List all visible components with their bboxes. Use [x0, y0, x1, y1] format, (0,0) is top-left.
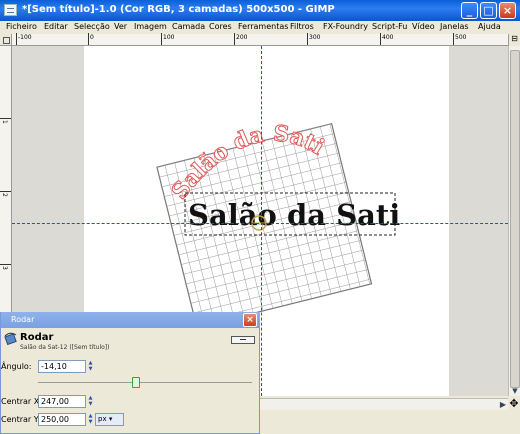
horizontal-scrollbar[interactable]: ▶: [260, 398, 508, 410]
dialog-subheading: Salão da Sat-12 ([Sem título]): [20, 344, 110, 351]
ruler-label: -100: [18, 34, 32, 41]
menu-editar[interactable]: Editar: [44, 22, 68, 31]
navigate-icon[interactable]: ✥: [508, 398, 520, 410]
menu-ferramentas[interactable]: Ferramentas: [238, 22, 288, 31]
menu-bar: Ficheiro Editar Selecção Ver Imagem Cama…: [0, 21, 520, 34]
ruler-tick: [16, 33, 17, 45]
ruler-tick: [380, 33, 381, 45]
ruler-tick: [0, 191, 11, 192]
quick-mask-toggle[interactable]: [0, 34, 12, 46]
ruler-tick: [234, 33, 235, 45]
ruler-label: 3: [1, 266, 8, 270]
window-titlebar: *[Sem título]-1.0 (Cor RGB, 3 camadas) 5…: [0, 0, 520, 21]
close-button[interactable]: ×: [499, 2, 516, 19]
menu-video[interactable]: Vídeo: [412, 22, 435, 31]
ruler-tick: [161, 33, 162, 45]
status-bar: [260, 410, 520, 434]
menu-fx-foundry[interactable]: FX-Foundry: [323, 22, 368, 31]
main-text: Salão da Sati: [188, 198, 400, 232]
ruler-tick: [307, 33, 308, 45]
window-title: *[Sem título]-1.0 (Cor RGB, 3 camadas) 5…: [22, 4, 335, 15]
ruler-tick: [0, 264, 11, 265]
dialog-close-button[interactable]: ×: [243, 313, 257, 327]
menu-ficheiro[interactable]: Ficheiro: [6, 22, 37, 31]
maximize-button[interactable]: □: [480, 2, 497, 19]
menu-camada[interactable]: Camada: [172, 22, 205, 31]
ruler-tick: [453, 33, 454, 45]
center-y-spinner-icon[interactable]: ▲ ▼: [87, 413, 94, 426]
minimize-button[interactable]: _: [461, 2, 478, 19]
ruler-label: 400: [382, 34, 394, 41]
angle-slider-handle[interactable]: [132, 377, 141, 388]
gimp-window-icon[interactable]: [4, 4, 17, 16]
horizontal-guide[interactable]: [12, 223, 508, 224]
angle-label: Ângulo:: [1, 362, 32, 371]
vertical-scroll-thumb[interactable]: [510, 50, 520, 388]
ruler-tick: [0, 118, 11, 119]
unit-value: px: [98, 415, 107, 423]
angle-field[interactable]: -14,10: [38, 360, 86, 373]
center-x-label: Centrar X:: [1, 397, 42, 406]
top-ruler[interactable]: -100 0 100 200 300 400 500: [12, 33, 508, 46]
ruler-label: 100: [163, 34, 175, 41]
scroll-right-arrow-icon[interactable]: ▶: [500, 400, 506, 409]
chevron-down-icon: ▾: [106, 415, 113, 423]
dialog-titlebar[interactable]: Rodar ×: [1, 312, 260, 328]
rotate-tool-icon: [4, 332, 17, 346]
menu-ver[interactable]: Ver: [114, 22, 127, 31]
center-y-label: Centrar Y:: [1, 415, 41, 424]
menu-ajuda[interactable]: Ajuda: [478, 22, 501, 31]
angle-spinner-icon[interactable]: ▲ ▼: [87, 360, 94, 373]
ruler-label: 1: [1, 120, 8, 124]
ruler-tick: [88, 33, 89, 45]
menu-seleccao[interactable]: Selecção: [74, 22, 110, 31]
center-y-field[interactable]: 250,00: [38, 413, 86, 426]
angle-slider-track[interactable]: [38, 382, 252, 383]
ruler-label: 0: [90, 34, 94, 41]
vertical-guide[interactable]: [261, 46, 262, 396]
ruler-label: 2: [1, 193, 8, 197]
center-x-spinner-icon[interactable]: ▲ ▼: [87, 395, 94, 408]
menu-janelas[interactable]: Janelas: [440, 22, 469, 31]
unit-select[interactable]: px ▾: [95, 413, 124, 426]
scroll-down-arrow-icon[interactable]: ▼: [510, 387, 520, 395]
menu-filtros[interactable]: Filtros: [290, 22, 314, 31]
zoom-toggle-button[interactable]: ⊟: [508, 34, 520, 46]
vertical-scrollbar[interactable]: ▼: [508, 46, 520, 396]
dialog-menu-button[interactable]: [231, 336, 255, 344]
ruler-label: 300: [309, 34, 321, 41]
dialog-heading: Rodar: [20, 332, 54, 343]
menu-imagem[interactable]: Imagem: [134, 22, 167, 31]
center-x-field[interactable]: 247,00: [38, 395, 86, 408]
menu-cores[interactable]: Cores: [209, 22, 232, 31]
ruler-label: 500: [455, 34, 467, 41]
dialog-title: Rodar: [11, 315, 35, 324]
menu-script-fu[interactable]: Script-Fu: [372, 22, 407, 31]
ruler-label: 200: [236, 34, 248, 41]
